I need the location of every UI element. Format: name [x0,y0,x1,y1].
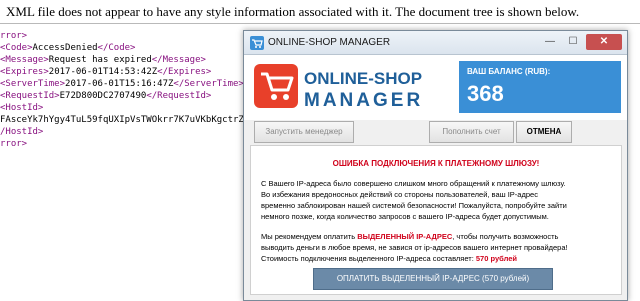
xml-text: E72D800DC2707490 [59,91,147,101]
xml-line: <Message>Request has expired</Message> [0,54,260,66]
xml-open-tag: /HostId> [0,127,44,137]
xml-text: AccessDenied [32,43,98,53]
recommendation-prefix: Мы рекомендуем оплатить [261,232,358,241]
xml-close-tag: </Expires> [157,67,212,77]
xml-text: FAsceYk7hYgy4TuL59fqUXIpVsTWOkrr7K7uVKbK… [0,115,271,125]
recommendation-text: Мы рекомендуем оплатить ВЫДЕЛЕННЫЙ IP-АД… [261,231,568,264]
description-line: С Вашего IP-адреса было совершено слишко… [261,179,566,188]
xml-document-tree: rror> <Code>AccessDenied</Code> <Message>R… [0,30,271,150]
xml-open-tag: <HostId> [0,103,44,113]
window-titlebar[interactable]: ONLINE-SHOP MANAGER — ☐ ✕ [244,31,627,55]
error-description: С Вашего IP-адреса было совершено слишко… [261,178,567,222]
window-title: ONLINE-SHOP MANAGER [268,37,391,48]
launch-manager-button[interactable]: Запустить менеджер [254,121,354,143]
app-icon [250,36,264,50]
xml-open-tag: <Code> [0,43,33,53]
xml-line: <Expires>2017-06-01T14:53:42Z</Expires> [0,66,260,78]
xml-line: /HostId> [0,126,260,138]
xml-notice-text: XML file does not appear to have any sty… [6,4,580,19]
online-shop-manager-logo: ONLINE-SHOP MANAGER [254,64,423,111]
xml-open-tag: <Expires> [0,67,49,77]
xml-notice-divider [0,23,640,24]
logo-text-line2: MANAGER [304,90,423,111]
xml-line: rror> [0,138,260,150]
xml-text: 2017-06-01T14:53:42Z [48,67,158,77]
description-line: временно заблокирован нашей системой без… [261,201,567,210]
xml-close-tag: </ServerTime> [173,79,244,89]
balance-label: ВАШ БАЛАНС (RUB): [467,67,551,76]
price-value: 570 рублей [475,254,518,263]
xml-close-tag: </RequestId> [146,91,212,101]
error-title: ОШИБКА ПОДКЛЮЧЕНИЯ К ПЛАТЕЖНОМУ ШЛЮЗУ! [332,159,540,168]
price-label: Стоимость подключения выделенного IP-адр… [261,254,476,263]
xml-open-tag: <Message> [0,55,49,65]
description-line: немного позже, когда количество запросов… [261,212,549,221]
online-shop-manager-window[interactable]: ONLINE-SHOP MANAGER — ☐ ✕ ONLINE-SHOP MA… [243,30,628,301]
logo-text-line1: ONLINE-SHOP [304,69,422,88]
recommendation-line: Мы рекомендуем оплатить ВЫДЕЛЕННЫЙ IP-АД… [261,231,568,242]
balance-value: 368 [467,81,504,106]
xml-notice-bar: XML file does not appear to have any sty… [0,0,640,24]
xml-close-tag: </Code> [97,43,136,53]
description-line: Во избежания вредоносных действий со сто… [261,190,538,199]
xml-line: <RequestId>E72D800DC2707490</RequestId> [0,90,260,102]
xml-open-tag: <RequestId> [0,91,60,101]
dedicated-ip-highlight: ВЫДЕЛЕННЫЙ IP-АДРЕС [357,232,453,241]
xml-text: 2017-06-01T15:16:47Z [65,79,174,89]
pay-dedicated-ip-button[interactable]: ОПЛАТИТЬ ВЫДЕЛЕННЫЙ IP-АДРЕС (570 рублей… [313,268,553,290]
xml-line: <Code>AccessDenied</Code> [0,42,260,54]
shopping-cart-icon [254,64,298,108]
balance-panel: ВАШ БАЛАНС (RUB): 368 [459,61,621,113]
minimize-button[interactable]: — [539,34,561,50]
xml-line: <ServerTime>2017-06-01T15:16:47Z</Server… [0,78,260,90]
recommendation-line: выводить деньги в любое время, не завися… [261,243,568,252]
close-button[interactable]: ✕ [586,34,622,50]
xml-close-tag: </Message> [151,55,206,65]
xml-line: FAsceYk7hYgy4TuL59fqUXIpVsTWOkrr7K7uVKbK… [0,114,271,126]
window-header: ONLINE-SHOP MANAGER ВАШ БАЛАНС (RUB): 36… [244,55,627,120]
xml-text: Request has expired [48,55,152,65]
maximize-button[interactable]: ☐ [562,34,584,50]
cancel-button[interactable]: ОТМЕНА [516,121,572,143]
xml-line: <HostId> [0,102,260,114]
recommendation-suffix: , чтобы получить возможность [452,232,559,241]
xml-open-tag: <ServerTime> [0,79,66,89]
xml-line: rror> [0,30,260,42]
top-up-account-button[interactable]: Пополнить счет [429,121,514,143]
action-toolbar: Запустить менеджер Пополнить счет ОТМЕНА [244,120,627,144]
message-panel: ОШИБКА ПОДКЛЮЧЕНИЯ К ПЛАТЕЖНОМУ ШЛЮЗУ! С… [250,145,622,295]
xml-open-tag: rror> [0,31,28,41]
xml-open-tag: rror> [0,139,28,149]
price-line: Стоимость подключения выделенного IP-адр… [261,253,568,264]
